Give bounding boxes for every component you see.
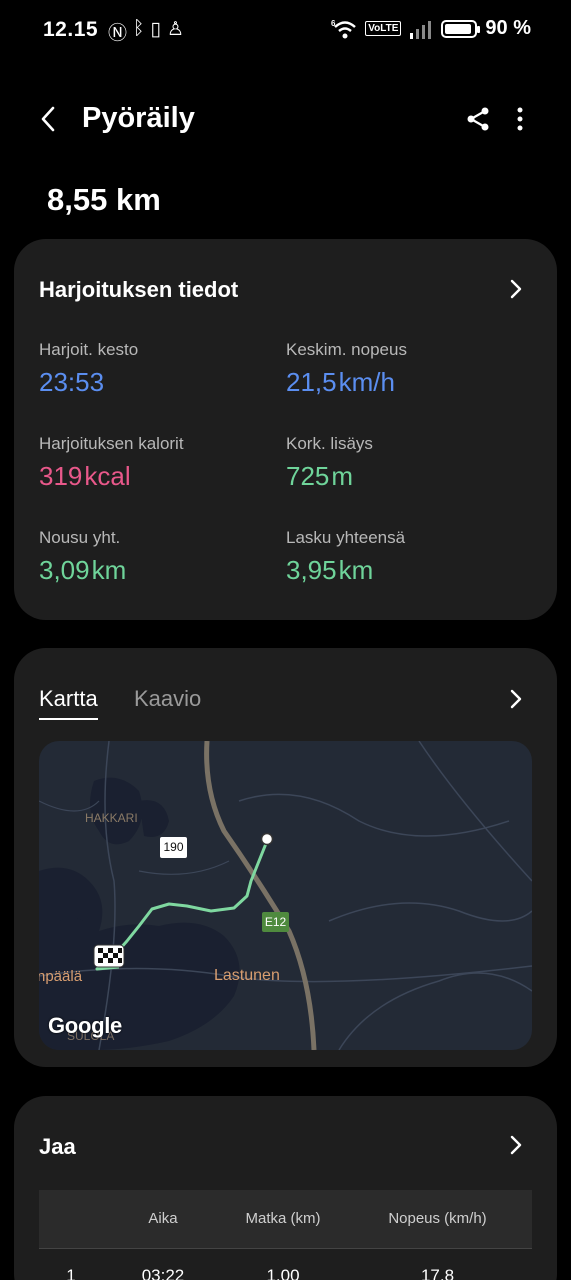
map-card: Kartta Kaavio HAKKARI 190 E12 Lastunen n…	[14, 648, 557, 1067]
wifi-icon: 6	[331, 19, 357, 38]
share-icon[interactable]	[464, 105, 492, 133]
battery-percent: 90 %	[485, 17, 531, 39]
workout-details-title: Harjoituksen tiedot	[39, 277, 239, 302]
splits-table: Aika Matka (km) Nopeus (km/h) 1 03:22 1,…	[39, 1190, 532, 1280]
map-label-hakkari: HAKKARI	[85, 811, 138, 825]
chevron-right-icon[interactable]	[509, 278, 523, 300]
splits-card: Jaa Aika Matka (km) Nopeus (km/h) 1 03:2…	[14, 1096, 557, 1280]
status-time: 12.15	[43, 18, 99, 41]
map-label-paala: npäälä	[39, 968, 83, 985]
stat-total-descent: Lasku yhteensä 3,95km	[286, 528, 405, 586]
tab-chart[interactable]: Kaavio	[134, 686, 201, 712]
road-sign-190: 190	[160, 837, 187, 858]
finish-flag-icon	[93, 944, 125, 968]
cell-distance: 1,00	[223, 1247, 343, 1280]
table-header-row: Aika Matka (km) Nopeus (km/h)	[39, 1190, 532, 1248]
battery-icon	[441, 19, 481, 38]
stat-value: 21,5km/h	[286, 367, 395, 397]
stat-label: Harjoit. kesto	[39, 340, 139, 359]
stat-label: Keskim. nopeus	[286, 340, 407, 359]
stat-duration: Harjoit. kesto 23:53	[39, 340, 138, 398]
page-title: Pyöräily	[82, 102, 195, 134]
stat-value: 319kcal	[39, 461, 131, 491]
total-distance: 8,55 km	[47, 182, 161, 217]
vibrate-icon: ▯	[150, 19, 161, 40]
workout-details-card[interactable]: Harjoituksen tiedot Harjoit. kesto 23:53…	[14, 239, 557, 620]
stat-value: 725m	[286, 461, 354, 491]
stat-value: 3,09km	[39, 555, 127, 585]
stat-label: Nousu yht.	[39, 528, 121, 547]
signal-icon	[410, 20, 432, 39]
stat-total-ascent: Nousu yht. 3,09km	[39, 528, 126, 586]
app-header: Pyöräily	[0, 92, 571, 148]
stat-label: Lasku yhteensä	[286, 528, 406, 547]
status-icons-right: 6 VoLTE 90 %	[331, 17, 531, 40]
status-bar: 12.15 Ⓝ ᛒ ▯ ♙ 6 VoLTE 90 %	[0, 0, 571, 62]
splits-title: Jaa	[39, 1134, 76, 1159]
stat-value: 3,95km	[286, 555, 374, 585]
stat-label: Harjoituksen kalorit	[39, 434, 184, 453]
header-distance: Matka (km)	[223, 1190, 343, 1248]
header-index	[39, 1190, 103, 1248]
map-background	[39, 741, 532, 1050]
tab-map[interactable]: Kartta	[39, 686, 98, 720]
bluetooth-icon: ᛒ	[133, 18, 145, 39]
cell-index: 1	[39, 1247, 103, 1280]
map-label-lastunen: Lastunen	[214, 967, 280, 984]
fitness-icon: ♙	[166, 19, 184, 40]
google-logo: Google	[48, 1013, 122, 1038]
chevron-right-icon[interactable]	[509, 1134, 523, 1156]
chevron-right-icon[interactable]	[509, 688, 523, 710]
table-row: 1 03:22 1,00 17,8	[39, 1247, 532, 1280]
cell-time: 03:22	[103, 1247, 223, 1280]
stat-avg-speed: Keskim. nopeus 21,5km/h	[286, 340, 407, 398]
nfc-icon: Ⓝ	[108, 23, 128, 44]
stat-value: 23:53	[39, 367, 105, 397]
road-sign-e12: E12	[262, 912, 289, 932]
status-icons-left: Ⓝ ᛒ ▯ ♙	[108, 18, 184, 45]
more-options-icon[interactable]	[508, 105, 532, 133]
stat-calories: Harjoituksen kalorit 319kcal	[39, 434, 184, 492]
back-icon[interactable]	[38, 104, 60, 134]
stat-max-elevation: Kork. lisäys 725m	[286, 434, 373, 492]
cell-speed: 17,8	[343, 1247, 532, 1280]
header-speed: Nopeus (km/h)	[343, 1190, 532, 1248]
volte-icon: VoLTE	[365, 21, 402, 36]
stat-label: Kork. lisäys	[286, 434, 373, 453]
header-time: Aika	[103, 1190, 223, 1248]
route-map[interactable]: HAKKARI 190 E12 Lastunen npäälä SULOLA G…	[39, 741, 532, 1050]
